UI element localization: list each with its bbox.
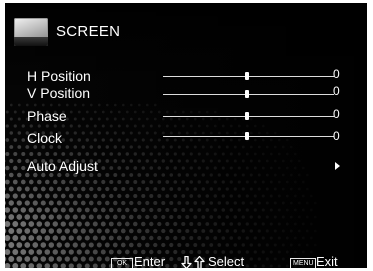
phase-label: Phase: [27, 108, 67, 124]
screen-icon: [14, 18, 48, 46]
phase-slider-knob[interactable]: [244, 112, 249, 120]
key-hints-bar: OK Enter Select MENU Exit: [5, 255, 367, 268]
phase-value: 0: [333, 107, 340, 121]
menu-row-phase[interactable]: Phase 0: [5, 107, 367, 125]
h-position-slider-knob[interactable]: [244, 72, 249, 80]
ok-key-badge: OK: [111, 258, 133, 268]
clock-label: Clock: [27, 130, 63, 146]
clock-slider-track[interactable]: [163, 136, 334, 137]
menu-row-h-position[interactable]: H Position 0: [5, 67, 367, 85]
osd-menu-panel: SCREEN H Position 0 V Position 0 Phase 0…: [5, 3, 367, 268]
v-position-label: V Position: [27, 85, 91, 101]
menu-row-v-position[interactable]: V Position 0: [5, 84, 367, 102]
h-position-label: H Position: [27, 68, 91, 84]
clock-value: 0: [333, 129, 340, 143]
menu-header: SCREEN: [5, 3, 367, 55]
clock-slider-knob[interactable]: [244, 132, 249, 140]
auto-adjust-label: Auto Adjust: [27, 158, 98, 174]
v-position-value: 0: [333, 84, 340, 98]
menu-row-auto-adjust[interactable]: Auto Adjust: [5, 157, 367, 175]
arrow-right-icon: [335, 162, 340, 170]
h-position-value: 0: [333, 67, 340, 81]
enter-hint-label: Enter: [134, 254, 166, 269]
select-hint-label: Select: [208, 254, 245, 269]
phase-slider-track[interactable]: [163, 116, 334, 117]
v-position-slider-knob[interactable]: [244, 90, 249, 98]
up-down-arrows-icon: [181, 256, 205, 268]
menu-key-badge: MENU: [290, 258, 316, 268]
h-position-slider-track[interactable]: [163, 76, 334, 77]
menu-row-clock[interactable]: Clock 0: [5, 129, 367, 147]
v-position-slider-track[interactable]: [163, 94, 334, 95]
menu-title: SCREEN: [56, 23, 121, 40]
exit-hint-label: Exit: [316, 254, 338, 269]
